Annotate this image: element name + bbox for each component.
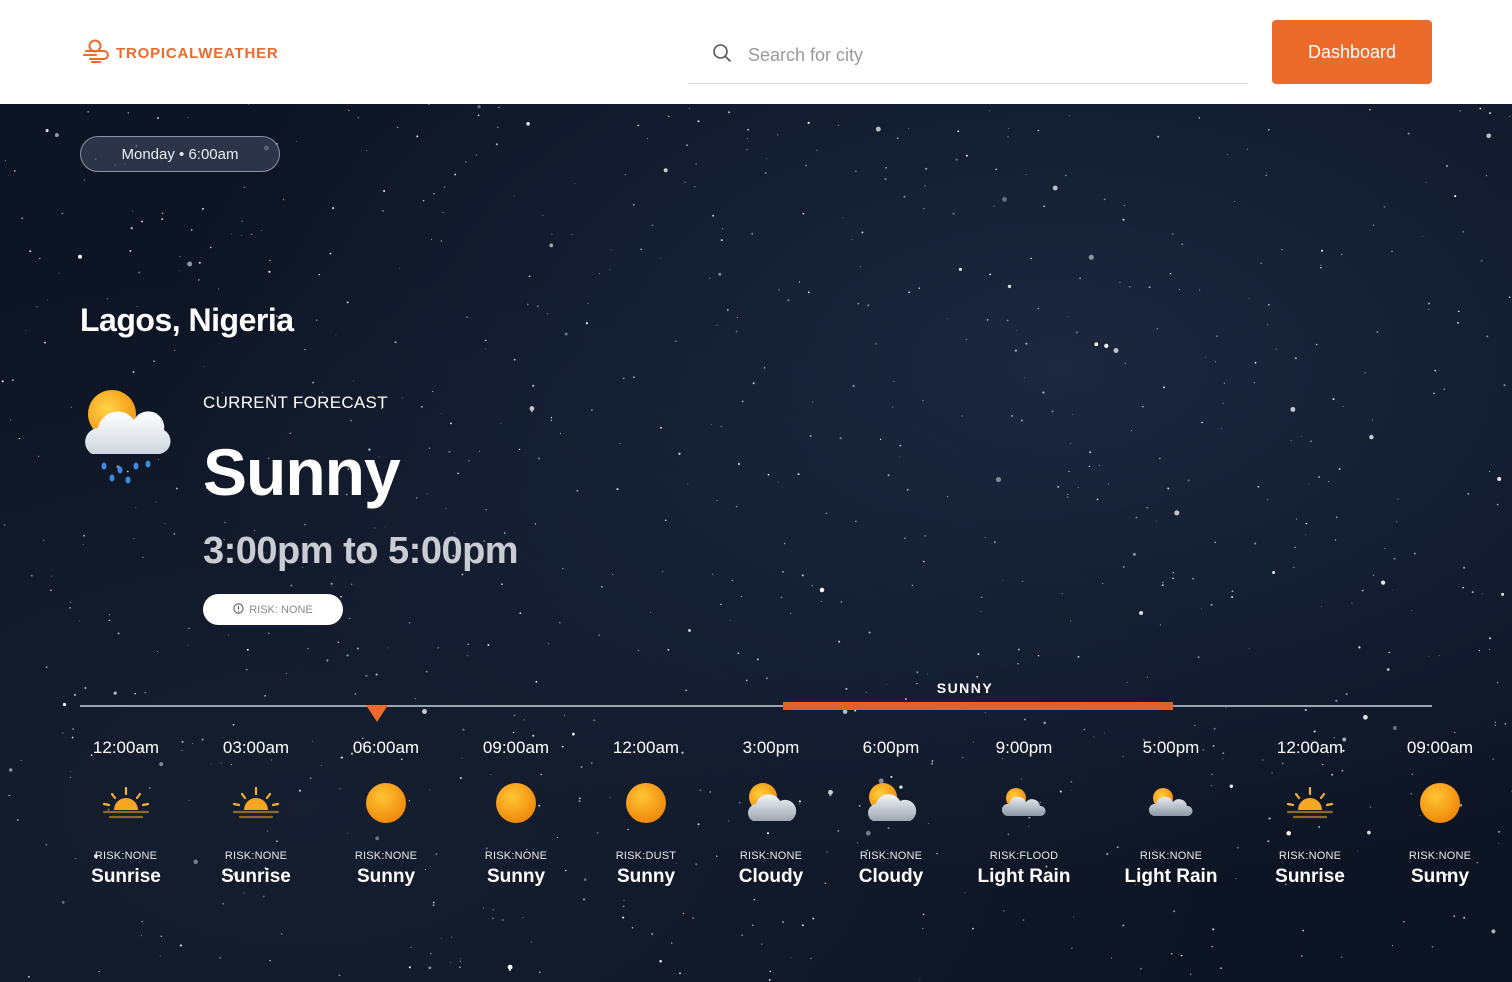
slot-condition: Light Rain <box>977 866 1071 887</box>
slot-time: 09:00am <box>1406 738 1474 757</box>
slot-condition: Sunrise <box>221 866 291 887</box>
forecast-slot[interactable]: 09:00am RISK:NONE Sunny <box>1375 738 1505 888</box>
slot-risk: RISK:FLOOD <box>989 850 1059 862</box>
slot-time: 03:00am <box>222 738 290 757</box>
slot-risk: RISK:NONE <box>224 850 288 862</box>
forecast-slot[interactable]: 9:00pm RISK:FLOOD Light Rain <box>959 738 1089 888</box>
slot-condition: Sunny <box>1410 866 1470 887</box>
date-time-pill: Monday • 6:00am <box>80 136 280 172</box>
current-time-range: 3:00pm to 5:00pm <box>203 530 519 572</box>
forecast-slot[interactable]: 12:00am RISK:DUST Sunny <box>581 738 711 888</box>
search-icon <box>688 43 732 68</box>
small-sun-cloud-icon <box>959 770 1089 836</box>
slot-condition: Light Rain <box>1124 866 1218 887</box>
logo-text: TROPICALWEATHER <box>116 45 279 62</box>
top-nav: TROPICALWEATHER Dashboard <box>0 0 1512 104</box>
timeline-highlight-label: SUNNY <box>936 680 994 696</box>
slot-time: 09:00am <box>482 738 550 757</box>
current-time-marker[interactable] <box>366 705 388 722</box>
current-condition: Sunny <box>203 435 401 509</box>
slot-condition: Sunny <box>356 866 416 887</box>
risk-badge: RISK: NONE <box>203 594 343 625</box>
forecast-slot[interactable]: 12:00am RISK:NONE Sunrise <box>61 738 191 888</box>
timeline-highlight-bar[interactable] <box>783 702 1173 710</box>
search-input[interactable] <box>748 45 1208 66</box>
slot-risk: RISK:NONE <box>1278 850 1342 862</box>
slot-risk: RISK:NONE <box>739 850 803 862</box>
forecast-slot[interactable]: 12:00am RISK:NONE Sunrise <box>1245 738 1375 888</box>
sun-icon <box>581 770 711 836</box>
small-sun-cloud-icon <box>1106 770 1236 836</box>
search-bar <box>688 28 1248 84</box>
logo[interactable]: TROPICALWEATHER <box>82 38 279 69</box>
forecast-slot[interactable]: 03:00am RISK:NONE Sunrise <box>191 738 321 888</box>
sun-cloud-rain-icon <box>80 386 176 491</box>
slot-time: 12:00am <box>612 738 680 757</box>
forecast-slot[interactable]: 3:00pm RISK:NONE Cloudy <box>706 738 836 888</box>
slot-time: 12:00am <box>92 738 160 757</box>
slot-risk: RISK:NONE <box>484 850 548 862</box>
sun-icon <box>321 770 451 836</box>
slot-risk: RISK:DUST <box>615 850 677 862</box>
slot-risk: RISK:NONE <box>1408 850 1472 862</box>
slot-risk: RISK:NONE <box>859 850 923 862</box>
slot-risk: RISK:NONE <box>354 850 418 862</box>
slot-condition: Sunny <box>616 866 676 887</box>
slot-time: 12:00am <box>1276 738 1344 757</box>
slot-time: 06:00am <box>352 738 420 757</box>
current-forecast-label: CURRENT FORECAST <box>203 393 388 412</box>
sun-icon <box>451 770 581 836</box>
slot-time: 6:00pm <box>862 738 920 757</box>
slot-risk: RISK:NONE <box>1139 850 1203 862</box>
slot-condition: Cloudy <box>738 866 804 887</box>
cloud-sun-logo-icon <box>82 38 110 69</box>
slot-condition: Sunny <box>486 866 546 887</box>
sun-icon <box>1375 770 1505 836</box>
forecast-slot[interactable]: 5:00pm RISK:NONE Light Rain <box>1106 738 1236 888</box>
risk-text: RISK: NONE <box>249 603 313 616</box>
sunrise-icon <box>191 770 321 836</box>
sun-cloud-icon <box>826 770 956 836</box>
slot-time: 3:00pm <box>742 738 800 757</box>
slot-condition: Sunrise <box>1275 866 1345 887</box>
forecast-slot[interactable]: 09:00am RISK:NONE Sunny <box>451 738 581 888</box>
timeline-track <box>80 705 1432 707</box>
sunrise-icon <box>1245 770 1375 836</box>
slot-condition: Sunrise <box>91 866 161 887</box>
info-icon <box>233 602 244 617</box>
forecast-slot[interactable]: 06:00am RISK:NONE Sunny <box>321 738 451 888</box>
slot-time: 9:00pm <box>995 738 1053 757</box>
slot-time: 5:00pm <box>1142 738 1200 757</box>
forecast-slot[interactable]: 6:00pm RISK:NONE Cloudy <box>826 738 956 888</box>
slot-risk: RISK:NONE <box>94 850 158 862</box>
sunrise-icon <box>61 770 191 836</box>
city-name: Lagos, Nigeria <box>80 302 294 338</box>
sun-cloud-icon <box>706 770 836 836</box>
slot-condition: Cloudy <box>858 866 924 887</box>
hero-section: Monday • 6:00am Lagos, Nigeria CURRENT F… <box>0 104 1512 982</box>
dashboard-button[interactable]: Dashboard <box>1272 20 1432 84</box>
